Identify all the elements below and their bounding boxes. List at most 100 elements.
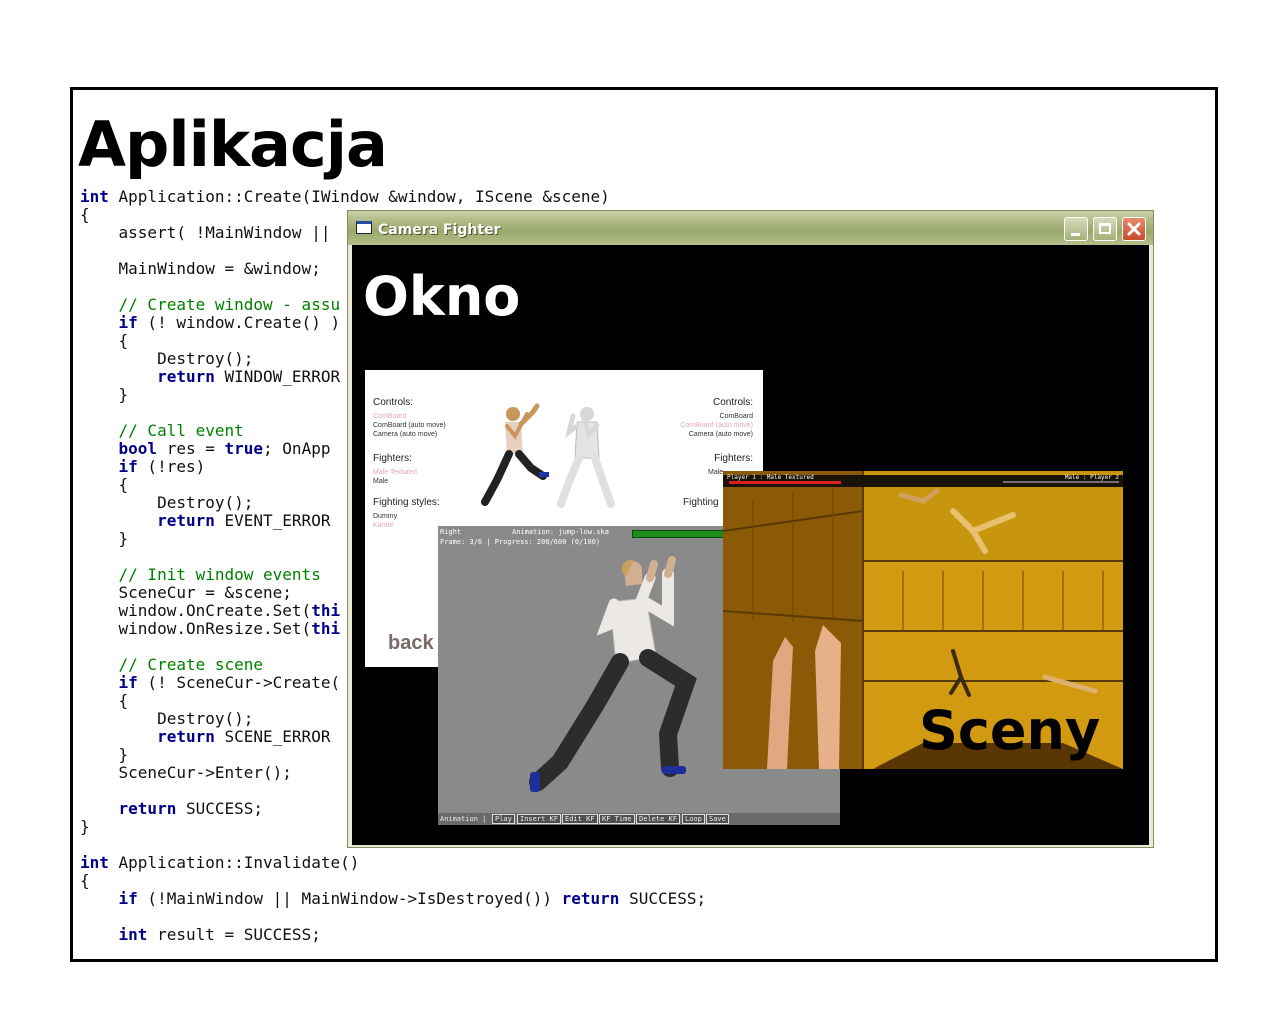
back-button[interactable]: back: [388, 632, 434, 655]
game-scene-screenshot: Player 1 : Male Textured Male : Player 2…: [723, 471, 1123, 769]
fighter-item: Male: [373, 478, 389, 485]
code-token: Destroy();: [80, 709, 254, 728]
kf-time-button[interactable]: KF Time: [599, 814, 635, 824]
slide-title: Aplikacja: [78, 108, 388, 181]
minimize-icon[interactable]: [1064, 217, 1088, 241]
window-titlebar[interactable]: Camera Fighter: [348, 211, 1153, 245]
maximize-icon[interactable]: [1093, 217, 1117, 241]
styles-heading: Fighting styles:: [373, 497, 440, 508]
code-token: {: [80, 205, 90, 224]
code-line: if (!MainWindow || MainWindow->IsDestroy…: [80, 889, 707, 908]
code-token: thi: [311, 601, 341, 620]
player1-label: Player 1 : Male Textured: [727, 474, 814, 481]
left-fighters-heading: Fighters:: [373, 453, 412, 464]
right-control-item: Camera (auto move): [688, 431, 753, 438]
save-button[interactable]: Save: [706, 814, 729, 824]
style-item: Karate: [373, 522, 394, 529]
code-token: window.OnResize.Set(: [80, 619, 312, 638]
right-control-item: ComBoard (auto move): [680, 422, 753, 429]
sceny-label: Sceny: [919, 699, 1101, 762]
right-fighters-heading: Fighters:: [714, 453, 753, 464]
window-client-area[interactable]: Okno Controls: ComBoard ComBoard (auto m…: [352, 245, 1149, 845]
code-token: // Init window events: [80, 565, 321, 584]
code-token: SceneCur->Enter();: [80, 763, 292, 782]
code-token: Application::Invalidate(): [108, 853, 360, 872]
code-token: return: [157, 727, 215, 746]
code-token: }: [80, 745, 129, 764]
code-line: ​: [80, 908, 706, 926]
code-token: Destroy();: [80, 493, 254, 512]
progress-bar: [632, 530, 734, 538]
code-line: int Application::Create(IWindow &window,…: [80, 188, 706, 206]
code-token: assert( !MainWindow ||: [80, 223, 341, 242]
left-controls-heading: Controls:: [373, 397, 414, 408]
code-token: bool: [118, 439, 158, 458]
right-controls-heading: Controls:: [712, 397, 753, 408]
code-token: res =: [157, 439, 225, 458]
code-token: if: [118, 889, 138, 908]
code-token: ; OnApp: [263, 439, 331, 458]
code-token: {: [80, 871, 90, 890]
code-token: {: [80, 475, 129, 494]
code-token: SCENE_ERROR: [214, 727, 331, 746]
player2-label: Male : Player 2: [1064, 474, 1119, 481]
code-token: SceneCur = &scene;: [80, 583, 292, 602]
code-token: window.OnCreate.Set(: [80, 601, 312, 620]
window-title: Camera Fighter: [378, 222, 501, 238]
code-token: int: [80, 187, 109, 206]
edit-kf-button[interactable]: Edit KF: [562, 814, 598, 824]
left-control-item: ComBoard: [373, 413, 407, 420]
editor-toolbar: Animation | Play Insert KF Edit KF KF Ti…: [438, 813, 840, 825]
code-line: int result = SUCCESS;: [80, 926, 706, 944]
code-token: }: [80, 529, 129, 548]
code-token: (!MainWindow || MainWindow->IsDestroyed(…: [137, 889, 562, 908]
editor-frame: Frame: 3/6 | Progress: 200/600 (0/100): [440, 538, 601, 546]
window-app-icon[interactable]: [356, 221, 372, 234]
code-token: if: [118, 457, 138, 476]
insert-kf-button[interactable]: Insert KF: [517, 814, 561, 824]
close-icon[interactable]: [1122, 217, 1146, 241]
editor-side: Right: [440, 528, 462, 536]
code-token: WINDOW_ERROR: [214, 367, 341, 386]
app-window[interactable]: Camera Fighter Okno Controls: ComBoard C…: [347, 210, 1154, 848]
code-line: int Application::Invalidate(): [80, 854, 706, 872]
code-token: (! window.Create() ): [137, 313, 341, 332]
code-token: (! SceneCur->Create(: [137, 673, 341, 692]
code-token: }: [80, 385, 129, 404]
play-button[interactable]: Play: [492, 814, 515, 824]
code-token: int: [80, 853, 109, 872]
code-token: {: [80, 691, 129, 710]
code-token: // Create window - assu: [80, 295, 341, 314]
code-token: {: [80, 331, 129, 350]
code-line: {: [80, 872, 706, 890]
code-token: SUCCESS;: [619, 889, 707, 908]
code-token: }: [80, 817, 90, 836]
code-token: if: [118, 673, 138, 692]
code-token: true: [224, 439, 264, 458]
okno-label: Okno: [363, 265, 521, 328]
fighter-jump-figure: [529, 556, 697, 792]
code-token: if: [118, 313, 138, 332]
code-token: EVENT_ERROR: [214, 511, 331, 530]
code-token: return: [157, 367, 215, 386]
loop-button[interactable]: Loop: [682, 814, 705, 824]
code-token: (!res): [137, 457, 206, 476]
code-token: SUCCESS;: [176, 799, 264, 818]
left-control-item: Camera (auto move): [373, 431, 438, 438]
code-token: return: [157, 511, 215, 530]
style-item: Dummy: [373, 513, 398, 520]
right-styles-heading: Fighting: [683, 497, 719, 508]
right-fighter-item: Male: [708, 469, 724, 476]
delete-kf-button[interactable]: Delete KF: [636, 814, 680, 824]
code-token: Destroy();: [80, 349, 254, 368]
fighter-plain-figure: [557, 407, 615, 508]
code-token: // Call event: [80, 421, 244, 440]
